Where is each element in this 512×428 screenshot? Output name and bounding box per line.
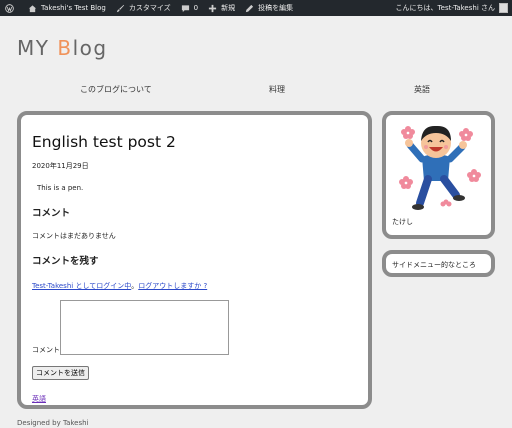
brush-icon [116,4,124,12]
post-title: English test post 2 [32,133,176,151]
post-date: 2020年11月29日 [32,162,89,170]
comments-button[interactable]: 0 [176,0,203,16]
new-label: 新規 [221,4,236,12]
footer-credit: Designed by Takeshi [17,419,89,427]
avatar [499,3,508,13]
sidebar-menu-text: サイドメニュー的なところ [392,261,476,269]
site-name-menu[interactable]: Takeshi's Test Blog [23,0,111,16]
comments-heading: コメント [32,208,71,219]
nav-item-about[interactable]: このブログについて [80,84,152,95]
wordpress-logo-button[interactable] [0,0,23,16]
no-comments-text: コメントはまだありません [32,232,116,240]
reply-heading: コメントを残す [32,256,99,267]
admin-bar: Takeshi's Test Blog カスタマイズ 0 新規 投稿を編集 こん… [0,0,512,16]
nav-item-english[interactable]: 英語 [414,84,430,95]
main-navigation: このブログについて 料理 英語 [0,84,512,96]
new-content-button[interactable]: 新規 [203,0,240,16]
site-title[interactable]: MY Blog [17,36,108,60]
category-link[interactable]: 英語 [32,394,357,404]
comments-count: 0 [193,4,199,12]
customize-button[interactable]: カスタマイズ [111,0,176,16]
customize-label: カスタマイズ [128,4,171,12]
comment-textarea[interactable] [60,300,229,355]
site-title-suffix: log [72,36,108,60]
logout-link[interactable]: ログアウトしますか ? [138,282,207,290]
edit-post-button[interactable]: 投稿を編集 [240,0,298,16]
site-name-label: Takeshi's Test Blog [41,4,106,12]
comment-icon [181,4,189,12]
post-body: This is a pen. [37,184,84,192]
plus-icon [208,4,217,12]
logged-in-line: Test-Takeshi としてログイン中。ログアウトしますか ? [32,281,357,291]
profile-link[interactable]: Test-Takeshi としてログイン中 [32,282,131,290]
home-icon [28,4,37,12]
comment-field-label: コメント [32,346,60,354]
sidebar-menu-card: サイドメニュー的なところ [382,250,495,277]
profile-card: たけし [382,111,495,239]
profile-name: たけし [392,218,413,226]
wordpress-icon [5,3,14,13]
profile-illustration [399,125,481,210]
site-title-prefix: MY [17,36,58,60]
submit-comment-button[interactable]: コメントを送信 [32,366,89,380]
greeting-text: こんにちは、Test-Takeshi さん [395,4,495,12]
comment-field-row: コメント [32,300,357,355]
nav-item-cooking[interactable]: 料理 [269,84,285,95]
edit-post-label: 投稿を編集 [258,4,294,12]
my-account-menu[interactable]: こんにちは、Test-Takeshi さん [391,0,512,16]
post-card: English test post 2 2020年11月29日 This is … [17,111,372,409]
site-title-accent: B [57,36,73,60]
pencil-icon [245,4,254,12]
